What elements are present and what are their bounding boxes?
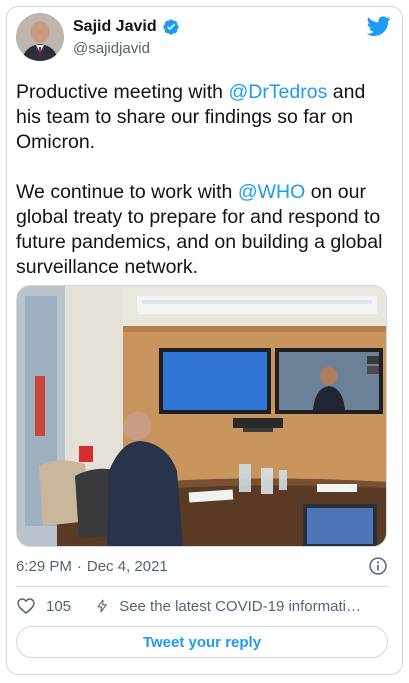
verified-badge-icon <box>162 19 179 35</box>
tweet-reply-button[interactable]: Tweet your reply <box>16 626 388 658</box>
lightning-icon <box>97 599 107 613</box>
twitter-bird-icon[interactable] <box>367 14 391 38</box>
like-button[interactable]: 105 <box>16 596 71 616</box>
mention-who-link[interactable]: @WHO <box>238 181 305 203</box>
author-handle[interactable]: @sajidjavid <box>73 40 150 57</box>
tweet-text-segment: Productive meeting with <box>16 81 229 103</box>
tweet-date[interactable]: Dec 4, 2021 <box>87 558 168 575</box>
author-name[interactable]: Sajid Javid <box>73 18 157 36</box>
mention-drtedros-link[interactable]: @DrTedros <box>228 81 327 103</box>
divider <box>16 586 388 587</box>
meta-separator: · <box>76 557 82 575</box>
tweet-time[interactable]: 6:29 PM <box>16 558 72 575</box>
covid-info-text: See the latest COVID-19 information on T… <box>119 597 365 615</box>
tweet-text: Productive meeting with @DrTedros and hi… <box>16 80 386 280</box>
covid-info-link[interactable]: See the latest COVID-19 information on T… <box>95 597 365 615</box>
reply-button-label: Tweet your reply <box>142 633 262 651</box>
tweet-photo[interactable] <box>16 285 387 547</box>
heart-icon <box>17 598 35 614</box>
avatar[interactable] <box>16 13 64 61</box>
info-icon[interactable] <box>368 556 388 576</box>
like-count: 105 <box>46 597 72 615</box>
